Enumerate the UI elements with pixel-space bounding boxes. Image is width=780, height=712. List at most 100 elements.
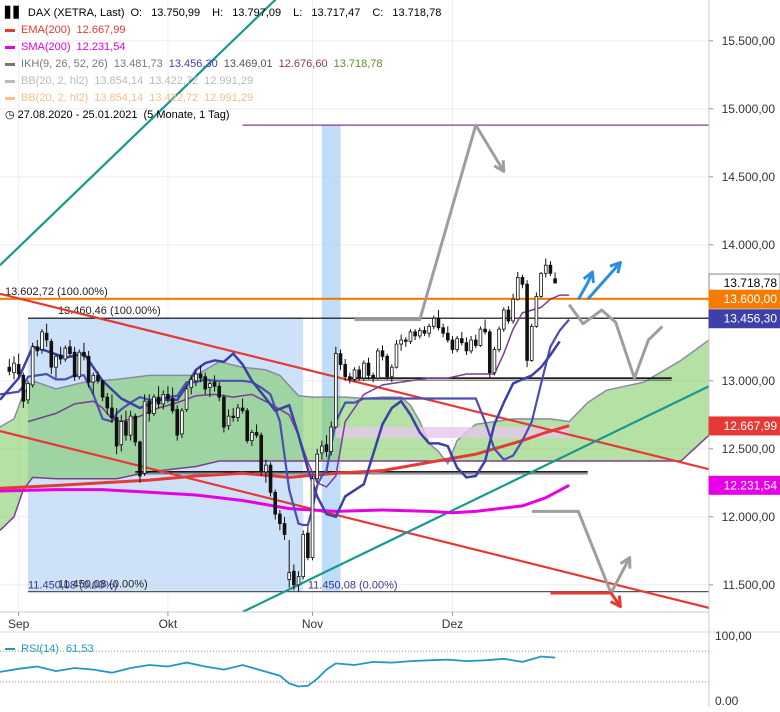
candle-body: [203, 376, 208, 390]
candle-body: [72, 351, 77, 378]
legend-c-label: C:: [372, 7, 384, 19]
legend-indicator-value: 12.991,29: [204, 92, 254, 104]
candle-body: [487, 331, 492, 374]
candle-body: [44, 332, 49, 341]
rsi-legend: RSI(14) 61,53: [5, 643, 94, 655]
candle-body: [133, 415, 138, 443]
chart-legend: ▋▋ DAX (XETRA, Last) O: 13.750,99 H: 13.…: [5, 5, 453, 124]
fib-zone: [321, 125, 341, 592]
candle-body: [184, 388, 189, 410]
candle-body: [492, 349, 497, 374]
candle-body: [21, 374, 26, 402]
candle-body: [119, 421, 124, 446]
legend-indicator-value: 13.422,72: [149, 92, 199, 104]
legend-indicator-label: BB(20, 2, hl2): [21, 92, 89, 104]
fib-label: 11.450,08 (0.00%): [28, 580, 118, 592]
candle-body: [320, 445, 324, 454]
legend-indicator-label: EMA(200): [21, 24, 71, 36]
candle-body: [515, 277, 520, 300]
candle-body: [399, 339, 403, 345]
legend-period: 27.08.2020 - 25.01.2021: [17, 109, 138, 121]
legend-swatch: [5, 97, 15, 100]
candle-body: [49, 340, 54, 368]
candle-body: [455, 338, 459, 350]
clock-icon: ◷: [5, 109, 15, 121]
legend-indicator-value: 12.667,99: [76, 24, 126, 36]
price-tag-label: 12.231,54: [724, 478, 778, 492]
legend-indicator-row: IKH(9, 26, 52, 26) 13.481,73 13.456,30 13.4…: [5, 56, 453, 73]
candle-body: [236, 407, 240, 418]
price-tag-label: 13.600,00: [724, 292, 778, 306]
price-tag-label: 13.718,78: [724, 276, 778, 290]
candle-body: [208, 383, 212, 388]
fib-label: 11.450,08 (0.00%): [308, 580, 398, 592]
candle-body: [506, 309, 511, 322]
candle-body: [348, 376, 352, 380]
candle-body: [240, 407, 245, 412]
candle-body: [156, 396, 161, 405]
candle-body: [40, 331, 44, 350]
candle-body: [245, 410, 250, 442]
candle-body: [450, 339, 455, 350]
candle-body: [138, 441, 142, 477]
ichimoku-cloud-segment: [662, 360, 681, 461]
legend-symbol: DAX (XETRA, Last): [27, 7, 125, 19]
candle-body: [357, 369, 361, 379]
ichimoku-cloud-segment: [606, 386, 625, 461]
legend-indicator-value: 12.991,29: [204, 75, 254, 87]
projection-path: [354, 123, 506, 322]
candle-body: [408, 331, 413, 342]
candle-body: [366, 362, 371, 376]
candle-body: [418, 330, 422, 337]
candle-body: [441, 327, 445, 334]
candle-body: [380, 350, 385, 357]
candle-body: [12, 362, 16, 374]
legend-swatch: [5, 63, 15, 66]
legend-indicator-value: 13.469,01: [223, 58, 273, 70]
candle-body: [334, 353, 338, 428]
legend-indicator-value: 13.422,72: [149, 75, 199, 87]
candle-body: [152, 396, 156, 414]
legend-indicator-label: SMA(200): [21, 41, 71, 53]
legend-indicator-label: IKH(9, 26, 52, 26): [21, 58, 108, 70]
candle-body: [268, 464, 273, 493]
legend-indicator-value: 13.718,78: [333, 58, 383, 70]
candle-body: [7, 366, 12, 372]
legend-indicator-value: 12.676,60: [278, 58, 328, 70]
candle-body: [278, 513, 282, 525]
x-tick-label: Nov: [302, 617, 323, 631]
candle-body: [226, 415, 231, 427]
candle-body: [142, 400, 147, 474]
ichimoku-cloud-segment: [14, 394, 24, 517]
ichimoku-cloud-segment: [0, 418, 14, 531]
legend-l-label: L:: [293, 7, 303, 19]
legend-indicator-row: EMA(200) 12.667,99: [5, 22, 453, 39]
candle-body: [473, 339, 478, 346]
candle-body: [105, 396, 110, 409]
candle-body: [292, 570, 296, 586]
candle-body: [264, 464, 268, 473]
candle-body: [324, 444, 329, 452]
candle-body: [124, 421, 128, 436]
x-tick-label: Sep: [8, 617, 30, 631]
candle-body: [511, 298, 515, 322]
ichimoku-cloud-segment: [429, 443, 439, 461]
candle-body: [273, 491, 278, 515]
candle-body: [464, 342, 469, 352]
candle-body: [63, 347, 68, 360]
candle-body: [548, 264, 553, 274]
projection-path: [531, 509, 632, 595]
candle-body: [222, 396, 226, 428]
candle-body: [250, 432, 254, 442]
candle-body: [553, 278, 557, 284]
candle-body: [161, 393, 166, 405]
candle-body: [478, 328, 483, 346]
candle-body: [212, 381, 217, 387]
candle-body: [445, 332, 450, 341]
candle-body: [371, 374, 375, 379]
legend-o-value: 13.750,99: [151, 7, 201, 19]
price-tag-label: 12.667,99: [724, 419, 778, 433]
candle-body: [539, 272, 543, 297]
candle-body: [86, 355, 91, 383]
rsi-label: RSI(14): [21, 643, 59, 655]
